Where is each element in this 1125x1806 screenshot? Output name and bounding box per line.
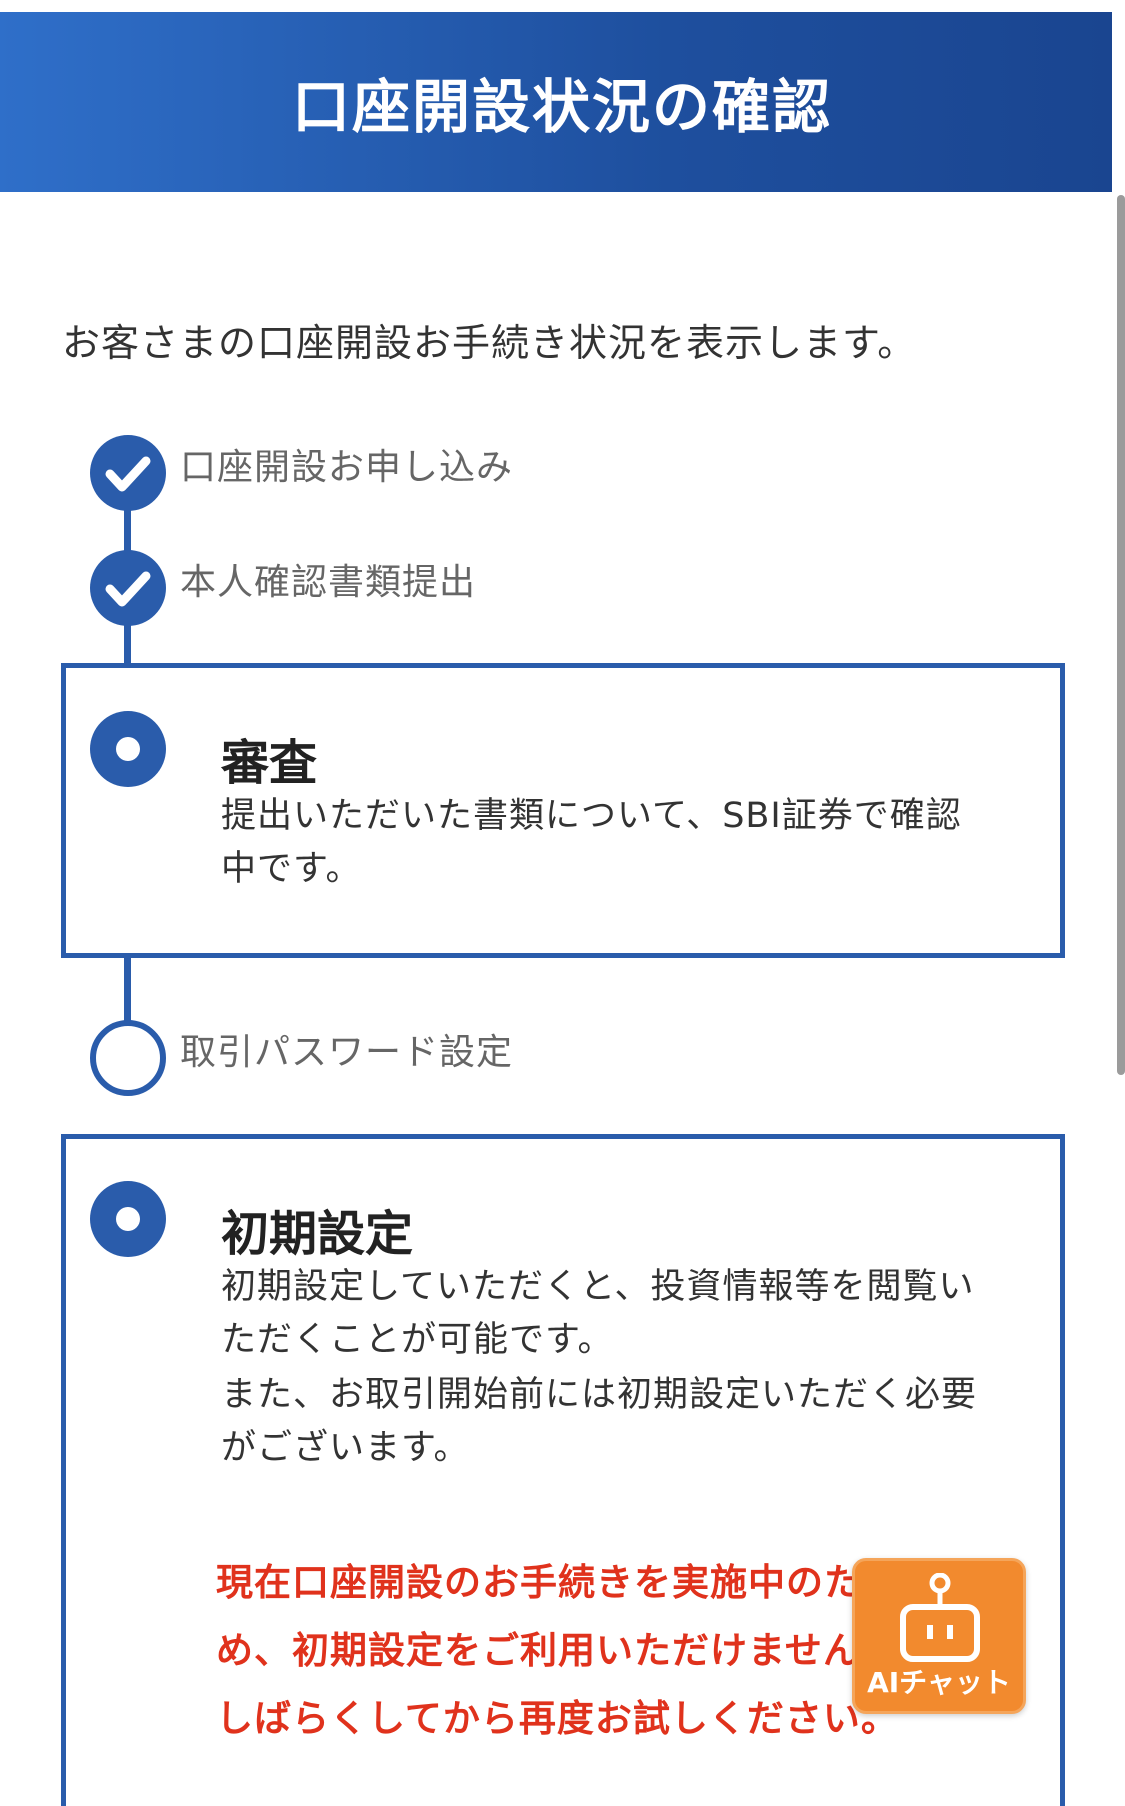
step-done-icon — [90, 435, 166, 511]
ai-chat-label: AIチャット — [867, 1666, 1011, 1699]
page-title: 口座開設状況の確認 — [291, 73, 832, 141]
step-label-id-submission: 本人確認書類提出 — [180, 562, 477, 603]
check-icon — [105, 571, 151, 607]
step-title-initial-setup: 初期設定 — [221, 1206, 414, 1262]
robot-icon — [900, 1573, 980, 1662]
step-description-initial-setup-1: 初期設定していただくと、投資情報等を閲覧いただくことが可能です。 — [221, 1267, 975, 1360]
step-card-review: 審査 提出いただいた書類について、SBI証券で確認中です。 — [61, 663, 1065, 958]
step-label-application: 口座開設お申し込み — [180, 447, 514, 488]
step-label-trading-password: 取引パスワード設定 — [180, 1032, 514, 1073]
page-header: 口座開設状況の確認 — [0, 12, 1112, 192]
page: 口座開設状況の確認 お客さまの口座開設お手続き状況を表示します。 口座開設お申し… — [0, 0, 1125, 1806]
intro-text: お客さまの口座開設お手続き状況を表示します。 — [62, 321, 917, 365]
step-pending-icon — [90, 1020, 166, 1096]
check-icon — [105, 456, 151, 492]
step-current-icon — [90, 1181, 166, 1257]
step-description-initial-setup-2: また、お取引開始前には初期設定いただく必要がございます。 — [221, 1375, 978, 1468]
step-current-icon — [90, 711, 166, 787]
ai-chat-button[interactable]: AIチャット — [852, 1558, 1026, 1714]
unavailable-notice: 現在口座開設のお手続きを実施中のため、初期設定をご利用いただけません。しばらくし… — [216, 1561, 899, 1740]
step-description-review: 提出いただいた書類について、SBI証券で確認中です。 — [221, 796, 962, 889]
scrollbar-thumb[interactable] — [1117, 195, 1125, 1075]
step-title-review: 審査 — [221, 735, 318, 791]
step-done-icon — [90, 550, 166, 626]
